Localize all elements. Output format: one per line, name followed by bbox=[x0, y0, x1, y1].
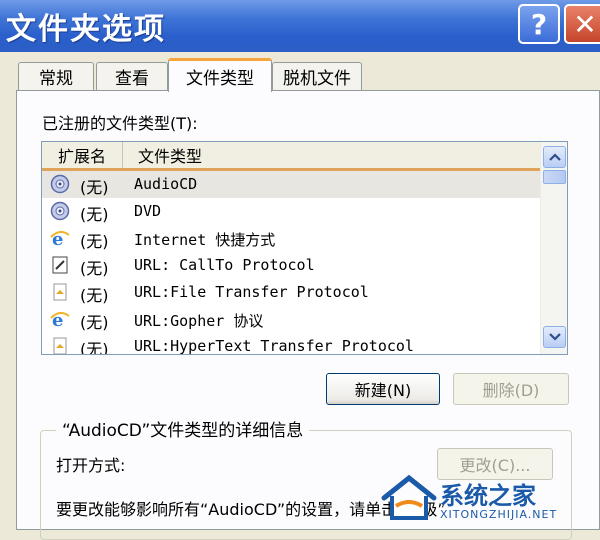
close-icon: ✕ bbox=[573, 7, 597, 41]
row-extension: (无) bbox=[80, 232, 109, 251]
row-file-type: URL:HyperText Transfer Protocol bbox=[134, 337, 414, 355]
row-file-type: URL:Gopher 协议 bbox=[134, 312, 264, 330]
help-button[interactable]: ? bbox=[518, 4, 560, 44]
new-button[interactable]: 新建(N) bbox=[326, 373, 440, 405]
ie-icon: e bbox=[50, 228, 70, 248]
delete-button[interactable]: 删除(D) bbox=[453, 373, 569, 405]
title-bar[interactable]: 文件夹选项 ? ✕ bbox=[0, 0, 600, 52]
vertical-scrollbar[interactable] bbox=[540, 142, 567, 354]
tab-label: 常规 bbox=[39, 69, 73, 89]
tab-offline-files[interactable]: 脱机文件 bbox=[272, 62, 362, 90]
watermark-subtext: XITONGZHIJIA.NET bbox=[440, 508, 558, 521]
list-item[interactable]: (无) URL:File Transfer Protocol bbox=[42, 279, 540, 306]
list-item[interactable]: (无) DVD bbox=[42, 198, 540, 225]
row-extension: (无) bbox=[80, 259, 109, 278]
row-file-type: DVD bbox=[134, 202, 162, 220]
cd-icon bbox=[50, 174, 70, 194]
list-rows: (无) AudioCD (无) DVD e (无) Internet 快捷方式 (无) URL:… bbox=[42, 171, 540, 355]
file-types-list[interactable]: 扩展名 文件类型 (无) AudioCD (无) DVD e (无) Internet 快捷… bbox=[41, 141, 568, 355]
row-extension: (无) bbox=[80, 205, 109, 224]
tab-file-types[interactable]: 文件类型 bbox=[168, 58, 272, 92]
callto-icon bbox=[50, 255, 70, 275]
column-header-extension[interactable]: 扩展名 bbox=[42, 142, 123, 168]
open-with-label: 打开方式: bbox=[56, 456, 126, 475]
tab-label: 脱机文件 bbox=[283, 69, 351, 89]
list-item[interactable]: e (无) Internet 快捷方式 bbox=[42, 225, 540, 252]
help-icon: ? bbox=[530, 7, 548, 41]
tab-general[interactable]: 常规 bbox=[18, 62, 94, 90]
scroll-down-button[interactable] bbox=[543, 326, 566, 348]
row-file-type: URL: CallTo Protocol bbox=[134, 256, 315, 274]
chevron-down-icon bbox=[548, 333, 561, 341]
registered-types-label: 已注册的文件类型(T): bbox=[42, 114, 198, 133]
row-extension: (无) bbox=[80, 313, 109, 332]
close-button[interactable]: ✕ bbox=[564, 4, 600, 44]
chevron-up-icon bbox=[548, 153, 561, 161]
tab-label: 文件类型 bbox=[186, 69, 254, 89]
scroll-thumb[interactable] bbox=[543, 170, 566, 184]
list-item[interactable]: (无) URL:HyperText Transfer Protocol bbox=[42, 333, 540, 355]
list-item[interactable]: e (无) URL:Gopher 协议 bbox=[42, 306, 540, 333]
tab-view[interactable]: 查看 bbox=[96, 62, 168, 90]
window-title: 文件夹选项 bbox=[6, 12, 166, 47]
row-file-type: URL:File Transfer Protocol bbox=[134, 283, 369, 301]
tab-label: 查看 bbox=[115, 69, 149, 89]
row-extension: (无) bbox=[80, 178, 109, 197]
watermark-text: 系统之家 bbox=[440, 482, 536, 510]
ie-icon: e bbox=[50, 309, 70, 329]
list-item[interactable]: (无) URL: CallTo Protocol bbox=[42, 252, 540, 279]
column-header-file-type[interactable]: 文件类型 bbox=[126, 142, 526, 168]
list-header: 扩展名 文件类型 bbox=[42, 142, 542, 171]
row-file-type: AudioCD bbox=[134, 175, 198, 193]
folder-url-icon bbox=[50, 282, 70, 302]
row-file-type: Internet 快捷方式 bbox=[134, 231, 276, 249]
row-extension: (无) bbox=[80, 286, 109, 305]
folder-url-icon bbox=[50, 336, 70, 354]
list-item[interactable]: (无) AudioCD bbox=[42, 171, 540, 198]
scroll-up-button[interactable] bbox=[543, 146, 566, 168]
row-extension: (无) bbox=[80, 340, 109, 355]
house-logo-icon bbox=[381, 474, 437, 520]
site-watermark: 系统之家 XITONGZHIJIA.NET bbox=[378, 468, 600, 527]
details-title: “AudioCD”文件类型的详细信息 bbox=[56, 416, 310, 441]
cd-icon bbox=[50, 201, 70, 221]
